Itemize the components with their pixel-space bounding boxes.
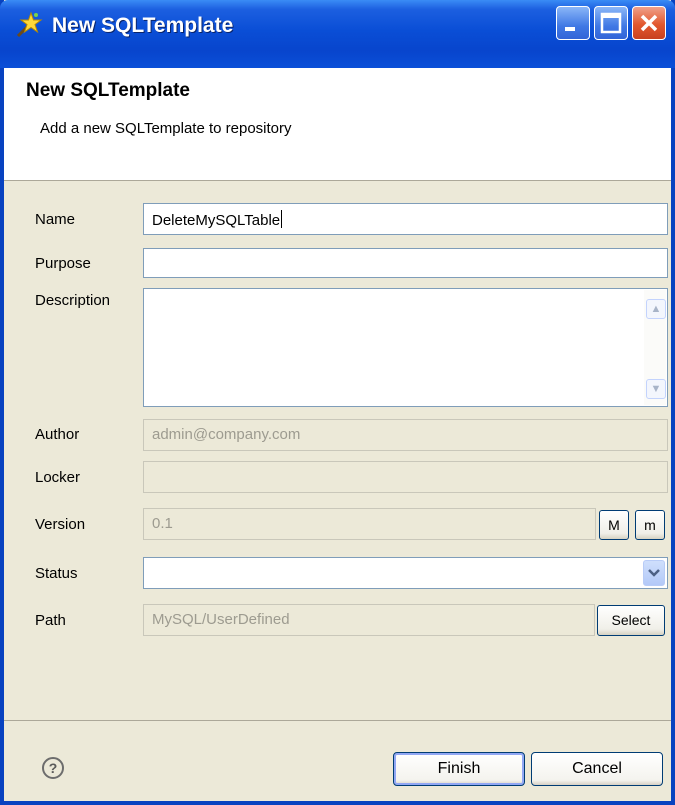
description-label: Description (35, 292, 111, 309)
close-icon (640, 14, 658, 32)
locker-label: Locker (35, 469, 81, 486)
status-dropdown-button[interactable] (643, 560, 665, 586)
locker-field (143, 461, 668, 493)
title-bar[interactable]: New SQLTemplate (0, 0, 675, 68)
purpose-label: Purpose (35, 255, 91, 272)
major-version-button[interactable]: M (599, 510, 629, 540)
dialog-window: New SQLTemplate New SQLTemplate Add a ne… (0, 0, 675, 805)
name-input-value: DeleteMySQLTable (152, 212, 281, 229)
purpose-input[interactable] (143, 248, 668, 278)
maximize-icon (600, 12, 622, 34)
maximize-button[interactable] (594, 6, 628, 40)
wizard-header: New SQLTemplate Add a new SQLTemplate to… (4, 68, 671, 181)
finish-button[interactable]: Finish (393, 752, 525, 786)
cancel-button[interactable]: Cancel (531, 752, 663, 786)
scroll-down-icon[interactable]: ▼ (646, 379, 666, 399)
author-value: admin@company.com (152, 426, 301, 443)
name-input[interactable]: DeleteMySQLTable (143, 203, 668, 235)
path-label: Path (35, 612, 66, 629)
minimize-button[interactable] (556, 6, 590, 40)
version-label: Version (35, 516, 86, 533)
version-field: 0.1 (143, 508, 596, 540)
select-path-button[interactable]: Select (597, 605, 665, 636)
text-caret (281, 210, 283, 228)
scroll-up-icon[interactable]: ▲ (646, 299, 666, 319)
description-scrollbar[interactable]: ▲ ▼ (644, 290, 666, 405)
page-description: Add a new SQLTemplate to repository (40, 120, 292, 137)
chevron-down-icon (648, 569, 660, 577)
help-icon[interactable]: ? (42, 757, 64, 779)
name-label: Name (35, 211, 76, 228)
version-value: 0.1 (152, 515, 173, 532)
author-label: Author (35, 426, 80, 443)
path-value: MySQL/UserDefined (152, 611, 290, 628)
footer-separator (4, 720, 671, 721)
close-button[interactable] (632, 6, 666, 40)
path-field: MySQL/UserDefined (143, 604, 595, 636)
status-label: Status (35, 565, 78, 582)
description-textarea[interactable]: ▲ ▼ (143, 288, 668, 407)
star-wand-icon (16, 11, 43, 38)
author-field: admin@company.com (143, 419, 668, 451)
page-title: New SQLTemplate (26, 80, 190, 101)
minimize-icon (565, 27, 575, 31)
window-title: New SQLTemplate (52, 14, 234, 37)
status-select[interactable] (143, 557, 668, 589)
minor-version-button[interactable]: m (635, 510, 665, 540)
